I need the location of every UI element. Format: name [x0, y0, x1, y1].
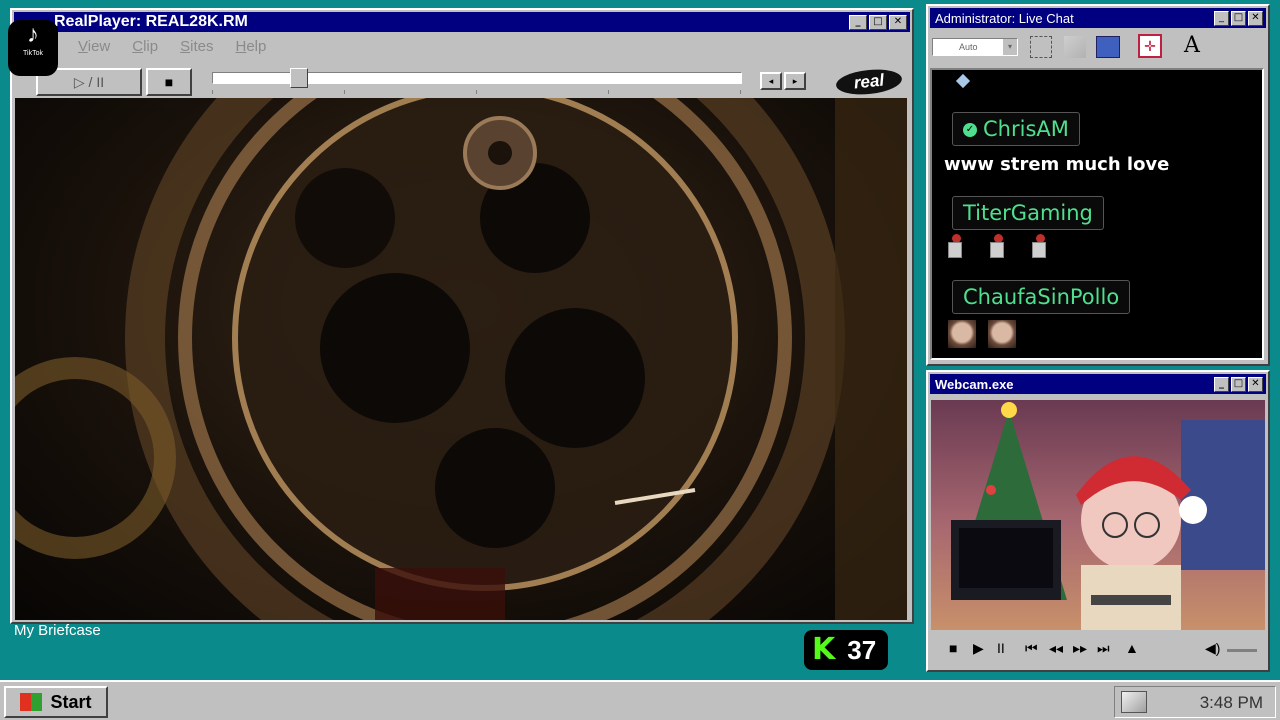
chat-username[interactable]: ✓ ChrisAM: [952, 112, 1080, 146]
realplayer-window: RealPlayer: REAL28K.RM _ □ ✕ View Clip S…: [10, 8, 914, 624]
text-tool-button[interactable]: A: [1180, 34, 1204, 58]
stop-button[interactable]: ■: [146, 68, 192, 96]
taskbar: Start 3:48 PM: [0, 680, 1280, 720]
font-select-value: Auto: [959, 42, 978, 52]
webcam-titlebar[interactable]: Webcam.exe _ □ ✕: [930, 374, 1266, 394]
color-tool-icon[interactable]: ✛: [1138, 34, 1162, 58]
prev-clip-button[interactable]: ◂: [760, 72, 782, 90]
network-tray-icon[interactable]: [1121, 691, 1147, 713]
close-button[interactable]: ✕: [889, 15, 907, 30]
real-logo: real: [834, 66, 904, 98]
skip-back-icon[interactable]: ⏮: [1025, 640, 1038, 657]
chat-title: Administrator: Live Chat: [935, 10, 1074, 26]
stop-icon: ■: [164, 74, 174, 90]
realplayer-titlebar[interactable]: RealPlayer: REAL28K.RM _ □ ✕: [14, 12, 910, 32]
eject-icon[interactable]: ▲: [1125, 640, 1139, 656]
play-icon[interactable]: ▶: [973, 640, 984, 657]
chat-message: ChaufaSinPollo: [952, 280, 1131, 314]
video-display[interactable]: [15, 98, 907, 620]
copy-tool-icon[interactable]: [1064, 36, 1086, 58]
play-pause-label: ▷ / II: [73, 73, 105, 90]
maximize-button[interactable]: □: [1231, 377, 1246, 392]
tiktok-icon: ♪: [27, 21, 39, 48]
kick-viewer-badge: K 37: [804, 630, 888, 670]
face-emote-icon: [988, 320, 1016, 348]
pencil-icon: [955, 73, 971, 89]
close-button[interactable]: ✕: [1248, 11, 1263, 26]
briefcase-desktop-label[interactable]: My Briefcase: [14, 622, 101, 639]
tiktok-label: TikTok: [23, 50, 43, 57]
font-select[interactable]: Auto ▾: [932, 38, 1018, 56]
webcam-feed: [931, 400, 1265, 630]
emote-row: [948, 234, 1074, 261]
chat-username[interactable]: TiterGaming: [952, 196, 1104, 230]
kick-viewer-count: 37: [847, 634, 877, 665]
taskbar-clock: 3:48 PM: [1199, 693, 1263, 712]
rewind-icon[interactable]: ◂◂: [1049, 640, 1063, 657]
clipboard-tool-icon[interactable]: [1096, 36, 1120, 58]
minimize-button[interactable]: _: [1214, 377, 1229, 392]
chat-titlebar[interactable]: Administrator: Live Chat _ □ ✕: [930, 8, 1266, 28]
chat-message-text: www strem much love: [944, 154, 1170, 175]
volume-icon[interactable]: ◀): [1205, 640, 1220, 657]
windows-logo-icon: [20, 693, 43, 711]
pin-emote-icon: [990, 234, 1004, 258]
start-label: Start: [50, 691, 92, 712]
pin-emote-icon: [948, 234, 962, 258]
seek-track[interactable]: [212, 68, 742, 88]
seek-thumb[interactable]: [290, 68, 308, 88]
select-tool-icon[interactable]: [1030, 36, 1052, 58]
next-clip-button[interactable]: ▸: [784, 72, 806, 90]
pin-emote-icon: [1032, 234, 1046, 258]
minimize-button[interactable]: _: [1214, 11, 1229, 26]
chat-username[interactable]: ChaufaSinPollo: [952, 280, 1131, 314]
skip-forward-icon[interactable]: ⏭: [1097, 640, 1110, 657]
webcam-title: Webcam.exe: [935, 376, 1014, 392]
maximize-button[interactable]: □: [1231, 11, 1246, 26]
webcam-controls: ■ ▶ II ⏮ ◂◂ ▸▸ ⏭ ▲ ◀): [931, 638, 1265, 662]
tiktok-badge: ♪ TikTok: [8, 20, 58, 76]
menu-bar: View Clip Sites Help: [78, 38, 288, 55]
webcam-avatar-image: [951, 402, 1265, 630]
maximize-button[interactable]: □: [869, 15, 887, 30]
close-button[interactable]: ✕: [1248, 377, 1263, 392]
pause-icon[interactable]: II: [997, 640, 1005, 656]
chat-feed: ✓ ChrisAM www strem much love TiterGaming…: [930, 68, 1264, 360]
start-button[interactable]: Start: [4, 686, 108, 718]
chat-message: TiterGaming: [952, 196, 1104, 230]
realplayer-title: RealPlayer: REAL28K.RM: [54, 13, 248, 30]
forward-icon[interactable]: ▸▸: [1073, 640, 1087, 657]
dropdown-arrow-icon: ▾: [1003, 39, 1017, 55]
verified-icon: ✓: [963, 123, 977, 137]
live-chat-window: Administrator: Live Chat _ □ ✕ Auto ▾ ✛ …: [926, 4, 1270, 366]
volume-slider[interactable]: [1227, 649, 1257, 652]
film-reel-image: [15, 98, 907, 620]
chat-message: ✓ ChrisAM: [952, 112, 1080, 146]
webcam-window: Webcam.exe _ □ ✕ ■ ▶ II ⏮ ◂◂ ▸▸ ⏭ ▲ ◀): [926, 370, 1270, 672]
real-logo-text: real: [852, 70, 885, 93]
minimize-button[interactable]: _: [849, 15, 867, 30]
menu-view[interactable]: View: [78, 38, 110, 55]
stop-icon[interactable]: ■: [949, 640, 957, 656]
seek-ticks: [212, 90, 742, 94]
emote-row: [948, 320, 1028, 353]
kick-logo-icon: K: [812, 632, 836, 667]
menu-clip[interactable]: Clip: [132, 38, 158, 55]
menu-sites[interactable]: Sites: [180, 38, 213, 55]
menu-help[interactable]: Help: [235, 38, 266, 55]
face-emote-icon: [948, 320, 976, 348]
system-tray: 3:48 PM: [1114, 686, 1276, 718]
